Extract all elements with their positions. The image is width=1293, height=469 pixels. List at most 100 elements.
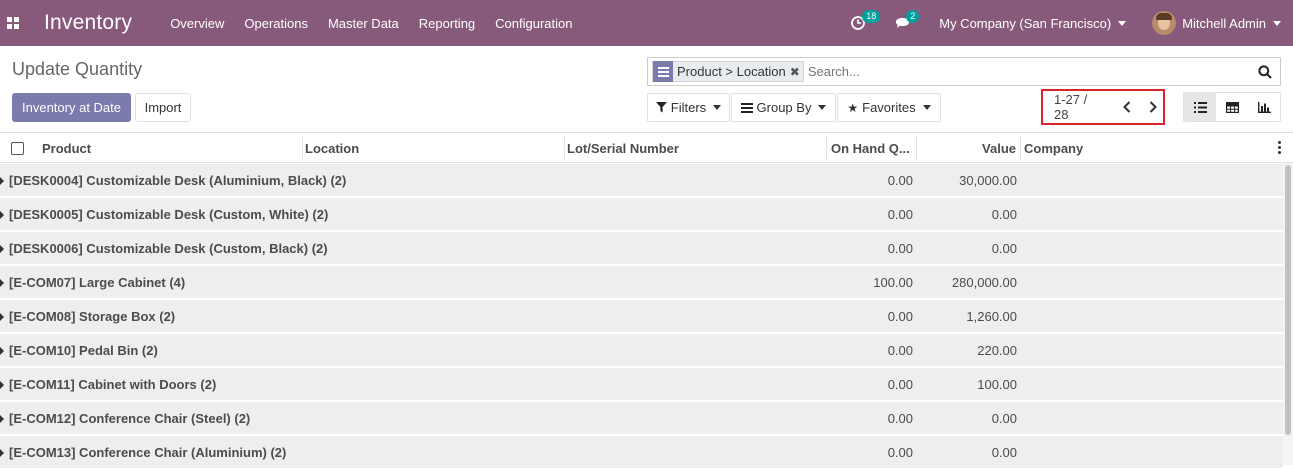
filters-label: Filters [670,100,707,115]
star-icon: ★ [847,100,859,115]
activity-count-badge: 18 [862,10,881,23]
list-icon [653,61,673,82]
chevron-left-icon[interactable] [1117,101,1137,113]
group-qty: 0.00 [887,309,913,324]
table-row[interactable]: [DESK0005] Customizable Desk (Custom, Wh… [0,198,1283,231]
company-switcher[interactable]: My Company (San Francisco) [939,15,1127,31]
filters-dropdown[interactable]: Filters [647,93,730,122]
search-icon[interactable] [1250,58,1280,86]
table-row[interactable]: [E-COM10] Pedal Bin (2) 0.00 220.00 [0,334,1283,367]
caret-right-icon [0,313,4,321]
group-label: [DESK0006] Customizable Desk (Custom, Bl… [9,241,328,256]
chevron-down-icon [818,105,827,110]
pager-value[interactable]: 1-27 / 28 [1054,92,1105,122]
group-value: 220.00 [977,343,1017,358]
bars-icon [740,102,753,113]
group-qty: 0.00 [887,411,913,426]
menu-operations[interactable]: Operations [244,16,308,31]
group-value: 1,260.00 [966,309,1017,324]
caret-right-icon [0,245,4,253]
optional-columns-icon[interactable] [1278,141,1281,154]
group-by-dropdown[interactable]: Group By [731,93,836,122]
group-label: [E-COM10] Pedal Bin (2) [9,343,158,358]
pivot-view-icon[interactable] [1216,93,1248,121]
group-value: 0.00 [991,241,1017,256]
group-qty: 0.00 [887,377,913,392]
groupby-facet: Product > Location ✖ [652,61,804,82]
search-bar: Product > Location ✖ [647,57,1281,86]
group-by-label: Group By [756,100,812,115]
table-row[interactable]: [DESK0004] Customizable Desk (Aluminium,… [0,164,1283,197]
apps-menu-icon[interactable] [0,0,26,46]
import-button[interactable]: Import [135,93,191,122]
activity-button[interactable]: 18 [851,10,881,33]
chevron-down-icon [1118,20,1127,26]
group-qty: 0.00 [887,207,913,222]
menu-master-data[interactable]: Master Data [328,16,399,31]
favorites-dropdown[interactable]: ★ Favorites [837,93,941,122]
group-qty: 0.00 [887,343,913,358]
chevron-down-icon [922,105,931,110]
group-value: 100.00 [977,377,1017,392]
group-qty: 0.00 [887,173,913,188]
avatar [1152,11,1177,35]
user-menu[interactable]: Mitchell Admin [1152,11,1281,35]
pager: 1-27 / 28 [1041,89,1165,125]
group-value: 30,000.00 [959,173,1017,188]
column-company[interactable]: Company [1024,133,1083,163]
table-row[interactable]: [E-COM08] Storage Box (2) 0.00 1,260.00 [0,300,1283,333]
group-label: [E-COM11] Cabinet with Doors (2) [9,377,217,392]
caret-right-icon [0,347,4,355]
close-icon[interactable]: ✖ [790,65,803,79]
group-value: 280,000.00 [951,275,1017,290]
messages-button[interactable]: 2 [895,10,920,33]
table-row[interactable]: [E-COM13] Conference Chair (Aluminium) (… [0,436,1283,469]
group-value: 0.00 [991,207,1017,222]
table-row[interactable]: [DESK0006] Customizable Desk (Custom, Bl… [0,232,1283,265]
caret-right-icon [0,449,4,457]
column-on-hand-qty[interactable]: On Hand Q... [831,133,910,163]
company-name: My Company (San Francisco) [939,15,1112,31]
group-value: 0.00 [991,445,1017,460]
page-title: Update Quantity [12,59,143,79]
inventory-at-date-button[interactable]: Inventory at Date [12,93,131,122]
caret-right-icon [0,211,4,219]
group-label: [E-COM07] Large Cabinet (4) [9,275,186,290]
column-value[interactable]: Value [982,133,1016,163]
menu-overview[interactable]: Overview [170,16,224,31]
favorites-label: Favorites [862,100,916,115]
vertical-scrollbar[interactable] [1283,163,1293,465]
group-qty: 0.00 [887,241,913,256]
table-row[interactable]: [E-COM07] Large Cabinet (4) 100.00 280,0… [0,266,1283,299]
group-qty: 100.00 [873,275,913,290]
caret-right-icon [0,279,4,287]
column-location[interactable]: Location [305,133,359,163]
app-title[interactable]: Inventory [44,11,132,35]
table-header: Product Location Lot/Serial Number On Ha… [0,133,1293,163]
chevron-down-icon [713,105,722,110]
group-label: [E-COM13] Conference Chair (Aluminium) (… [9,445,287,460]
caret-right-icon [0,415,4,423]
menu-reporting[interactable]: Reporting [419,16,475,31]
group-qty: 0.00 [887,445,913,460]
caret-right-icon [0,177,4,185]
top-navbar: Inventory Overview Operations Master Dat… [0,0,1293,46]
table-row[interactable]: [E-COM11] Cabinet with Doors (2) 0.00 10… [0,368,1283,401]
column-product[interactable]: Product [42,133,91,163]
table-row[interactable]: [E-COM12] Conference Chair (Steel) (2) 0… [0,402,1283,435]
column-lot-serial[interactable]: Lot/Serial Number [567,133,679,163]
chevron-right-icon[interactable] [1143,101,1163,113]
list-view-icon[interactable] [1184,93,1216,121]
group-label: [DESK0004] Customizable Desk (Aluminium,… [9,173,347,188]
select-all-checkbox[interactable] [11,133,24,163]
message-count-badge: 2 [906,10,920,23]
list-table: Product Location Lot/Serial Number On Ha… [0,132,1293,469]
search-input[interactable] [807,64,1250,79]
caret-right-icon [0,381,4,389]
group-label: [E-COM12] Conference Chair (Steel) (2) [9,411,251,426]
view-switcher [1183,92,1281,122]
group-value: 0.00 [991,411,1017,426]
menu-configuration[interactable]: Configuration [495,16,572,31]
graph-view-icon[interactable] [1248,93,1280,121]
filter-icon [655,102,667,113]
